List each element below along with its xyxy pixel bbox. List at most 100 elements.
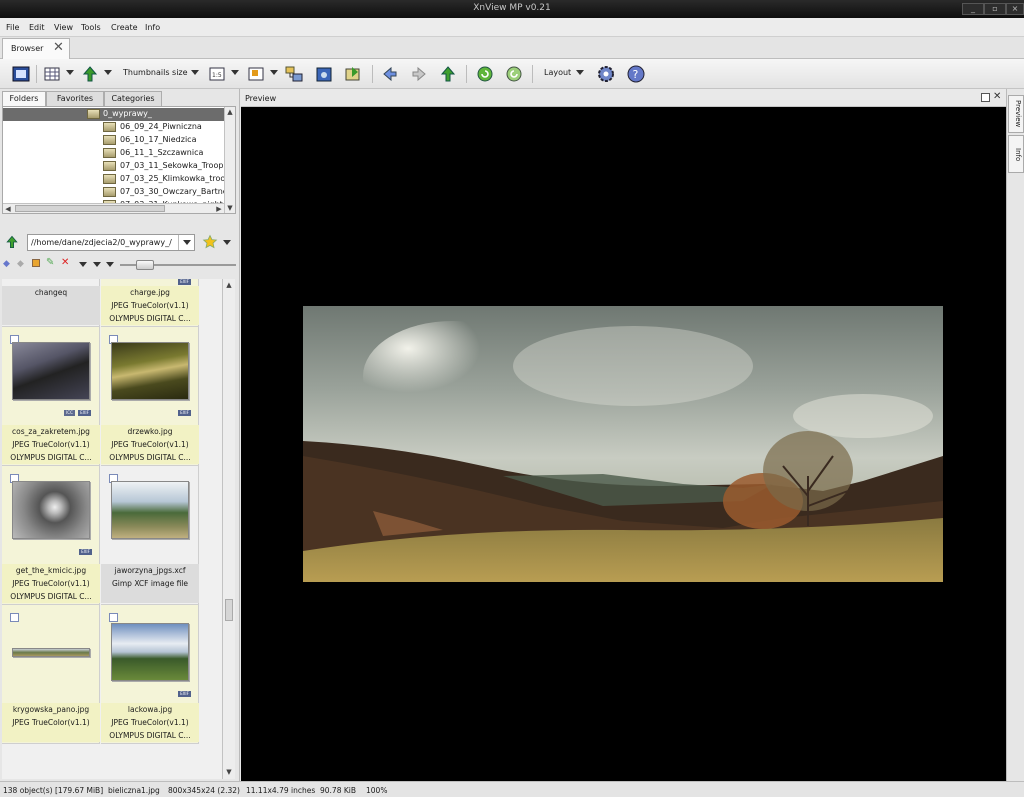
toolbar-separator — [532, 65, 533, 83]
grid-view-icon[interactable] — [42, 64, 62, 84]
scroll-left-icon[interactable]: ◀ — [3, 204, 13, 213]
close-tab-icon[interactable]: ✕ — [53, 41, 64, 55]
thumbnails-size-label[interactable]: Thumbnails size — [123, 68, 188, 77]
chevron-down-icon[interactable] — [66, 70, 74, 75]
thumbnail-item[interactable]: EXIF drzewko.jpg JPEG TrueColor(v1.1) OL… — [101, 327, 199, 466]
filter-toolbar: ◆ ◆ ✎ ✕ — [0, 257, 240, 273]
refresh-icon[interactable] — [475, 64, 495, 84]
chevron-down-icon[interactable] — [106, 262, 114, 267]
close-icon[interactable]: ✕ — [993, 91, 1001, 102]
tree-item[interactable]: 06_09_24_Piwniczna — [3, 121, 225, 134]
bookmark-icon[interactable] — [246, 64, 266, 84]
tree-vertical-scrollbar[interactable]: ▲ ▼ — [224, 107, 235, 213]
tree-item[interactable]: 06_11_1_Szczawnica — [3, 147, 225, 160]
side-tab-preview[interactable]: Preview — [1008, 95, 1024, 133]
back-icon[interactable] — [380, 64, 400, 84]
preview-title: Preview — [245, 94, 277, 103]
tab-folders[interactable]: Folders — [2, 91, 46, 107]
thumbnail-checkbox[interactable] — [10, 613, 19, 622]
compare-icon[interactable] — [284, 64, 304, 84]
thumbnail-item[interactable]: EXIF charge.jpg JPEG TrueColor(v1.1) OLY… — [101, 279, 199, 327]
thumbnail-item[interactable]: ICC EXIF cos_za_zakretem.jpg JPEG TrueCo… — [2, 327, 100, 466]
thumbnail-meta — [2, 729, 100, 742]
tree-item[interactable]: 07_03_11_Sekowka_Trooph — [3, 160, 228, 173]
scroll-up-icon[interactable]: ▲ — [224, 280, 234, 290]
fullscreen-icon[interactable] — [11, 64, 31, 84]
export-icon[interactable] — [343, 64, 363, 84]
maximize-button[interactable]: ▫ — [984, 3, 1006, 15]
side-tab-info[interactable]: Info — [1008, 135, 1024, 173]
help-icon[interactable]: ? — [626, 64, 646, 84]
path-input[interactable]: //home/dane/zdjecia2/0_wyprawy_/ — [27, 234, 195, 251]
sort-icon[interactable] — [80, 64, 100, 84]
tree-item[interactable]: 06_10_17_Niedzica — [3, 134, 225, 147]
previous-icon[interactable]: ◆ — [3, 259, 10, 269]
thumbnail-filename: changeq — [2, 286, 100, 299]
menu-info[interactable]: Info — [145, 23, 160, 32]
tab-browser-label: Browser — [11, 44, 44, 53]
scroll-right-icon[interactable]: ▶ — [214, 204, 224, 213]
up-icon[interactable] — [438, 64, 458, 84]
chevron-down-icon[interactable] — [93, 262, 101, 267]
next-icon[interactable]: ◆ — [17, 259, 24, 269]
favorite-star-icon[interactable] — [202, 234, 218, 250]
thumbnail-item[interactable]: krygowska_pano.jpg JPEG TrueColor(v1.1) — [2, 605, 100, 744]
thumbnail-filename: drzewko.jpg — [101, 425, 199, 438]
filter-icon[interactable]: 1:5 — [207, 64, 227, 84]
thumbnail-item[interactable]: changeq — [2, 279, 100, 327]
thumbnail-vertical-scrollbar[interactable]: ▲ ▼ — [222, 279, 235, 779]
thumbnail-type: JPEG TrueColor(v1.1) — [2, 577, 100, 590]
slideshow-icon[interactable] — [314, 64, 334, 84]
delete-icon[interactable]: ✕ — [61, 257, 69, 268]
chevron-down-icon[interactable] — [191, 70, 199, 75]
menu-file[interactable]: File — [6, 23, 19, 32]
thumbnail-image — [111, 481, 189, 539]
forward-icon[interactable] — [409, 64, 429, 84]
toolbar-separator — [372, 65, 373, 83]
minimize-button[interactable]: _ — [962, 3, 984, 15]
preview-header: Preview ✕ — [241, 89, 1006, 107]
scroll-up-icon[interactable]: ▲ — [225, 107, 235, 117]
chevron-down-icon[interactable] — [231, 70, 239, 75]
tree-item[interactable]: 07_03_30_Owczary_Bartne — [3, 186, 228, 199]
exif-badge: EXIF — [178, 691, 191, 697]
tree-item-selected[interactable]: 0_wyprawy_ — [3, 108, 225, 121]
menu-create[interactable]: Create — [111, 23, 138, 32]
float-icon[interactable] — [981, 93, 990, 102]
up-folder-icon[interactable] — [4, 234, 20, 250]
settings-icon[interactable] — [596, 64, 616, 84]
path-dropdown[interactable] — [178, 235, 194, 250]
menu-edit[interactable]: Edit — [29, 23, 45, 32]
close-window-button[interactable]: × — [1006, 3, 1024, 15]
menu-view[interactable]: View — [54, 23, 73, 32]
status-object-count: 138 object(s) [179.67 MiB] — [3, 786, 104, 795]
tab-categories[interactable]: Categories — [104, 91, 162, 106]
zoom-slider-handle[interactable] — [136, 260, 154, 270]
browser-panel: Folders Favorites Categories 0_wyprawy_ … — [0, 89, 240, 781]
tab-favorites[interactable]: Favorites — [46, 91, 104, 106]
thumbnail-item[interactable]: EXIF lackowa.jpg JPEG TrueColor(v1.1) OL… — [101, 605, 199, 744]
scroll-down-icon[interactable]: ▼ — [224, 767, 234, 777]
thumbnail-checkbox[interactable] — [109, 613, 118, 622]
scroll-thumb[interactable] — [225, 599, 233, 621]
thumbnail-type: JPEG TrueColor(v1.1) — [101, 438, 199, 451]
layout-label[interactable]: Layout — [544, 68, 571, 77]
chevron-down-icon[interactable] — [183, 240, 191, 245]
scroll-down-icon[interactable]: ▼ — [225, 203, 235, 213]
menu-tools[interactable]: Tools — [81, 23, 101, 32]
chevron-down-icon[interactable] — [270, 70, 278, 75]
edit-icon[interactable]: ✎ — [46, 257, 54, 268]
thumbnail-item[interactable]: EXIF get_the_kmicic.jpg JPEG TrueColor(v… — [2, 466, 100, 605]
icc-badge: ICC — [64, 410, 75, 416]
tree-item[interactable]: 07_03_25_Klimkowka_troop — [3, 173, 230, 186]
tab-browser[interactable]: Browser ✕ — [2, 38, 70, 59]
rotate-icon[interactable] — [504, 64, 524, 84]
chevron-down-icon[interactable] — [104, 70, 112, 75]
scroll-thumb[interactable] — [15, 205, 165, 212]
tree-horizontal-scrollbar[interactable]: ◀ ▶ — [3, 203, 224, 213]
chevron-down-icon[interactable] — [576, 70, 584, 75]
chevron-down-icon[interactable] — [79, 262, 87, 267]
folder-new-icon[interactable] — [32, 259, 40, 267]
chevron-down-icon[interactable] — [223, 240, 231, 245]
thumbnail-item[interactable]: jaworzyna_jpgs.xcf Gimp XCF image file — [101, 466, 199, 605]
